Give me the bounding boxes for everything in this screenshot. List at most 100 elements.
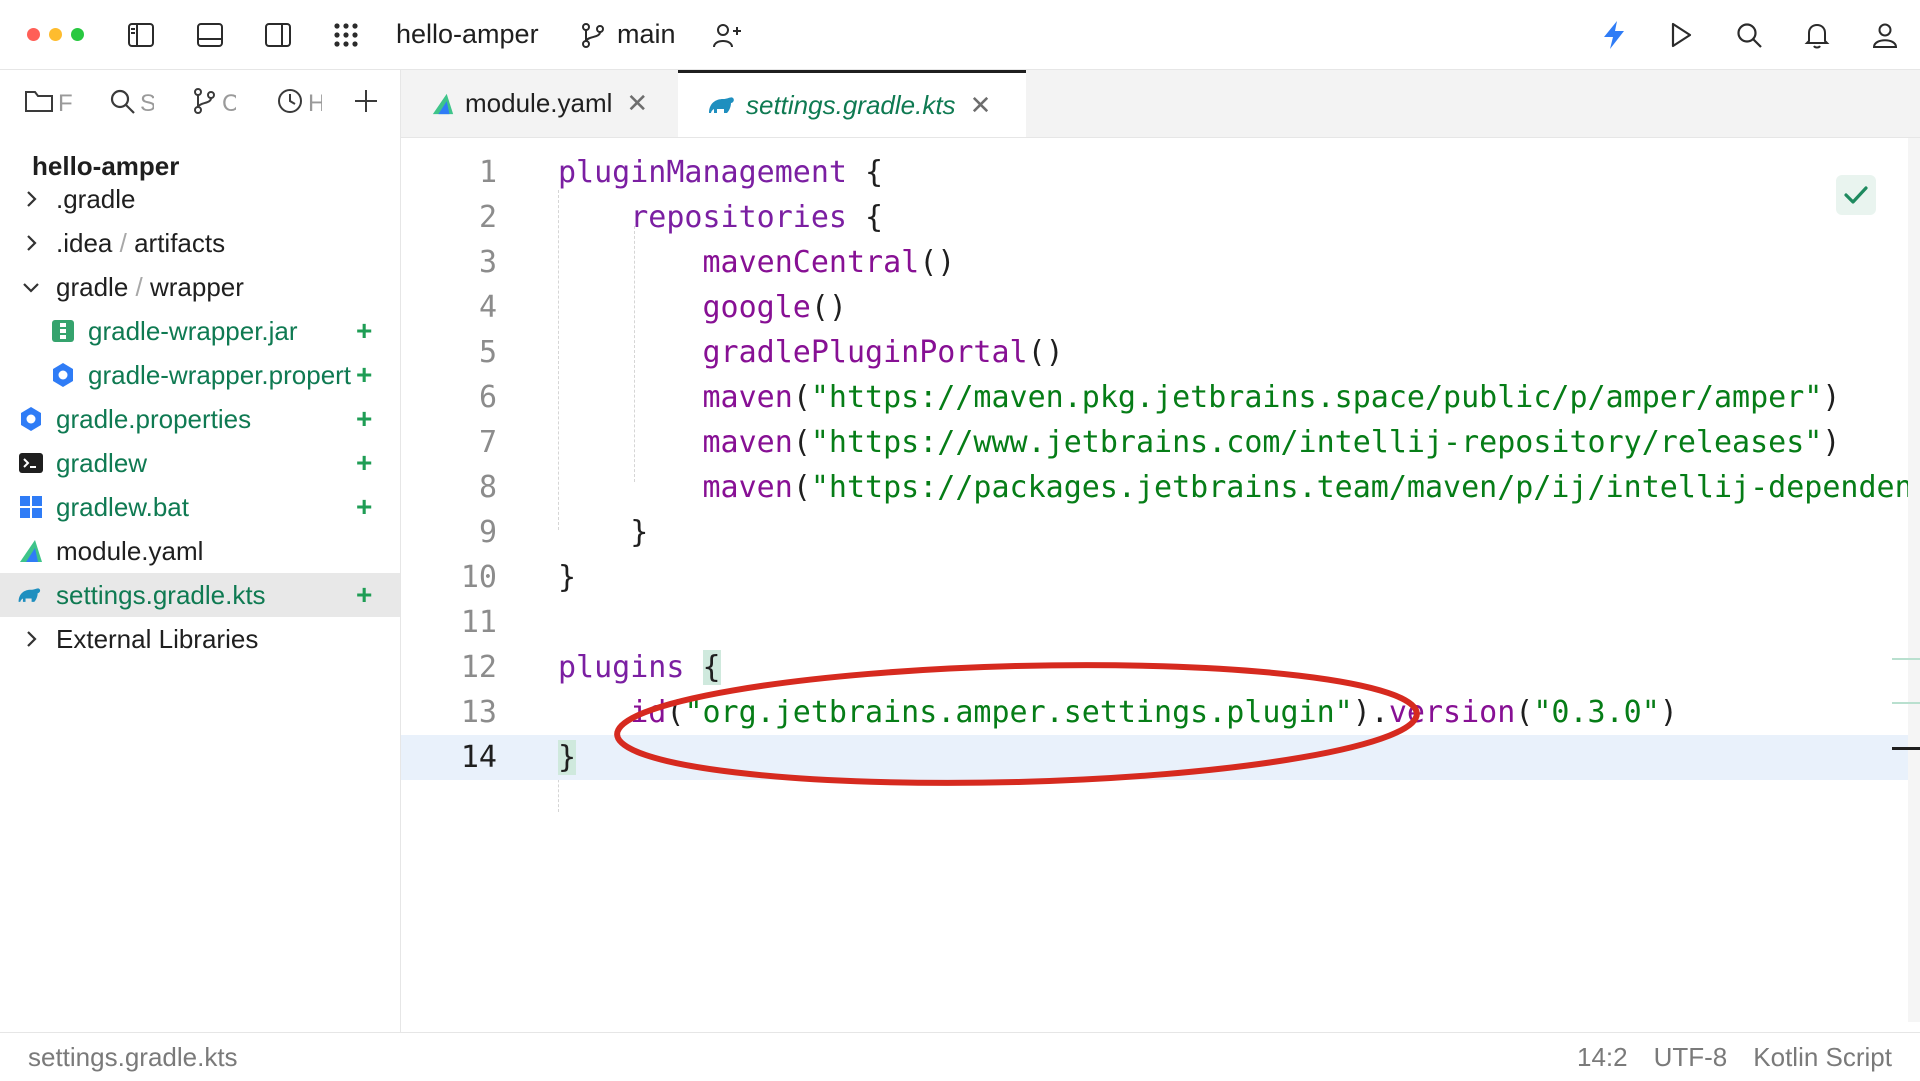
code-line[interactable]: 10} [401, 555, 1920, 600]
run-icon[interactable] [1662, 16, 1700, 54]
code-line[interactable]: 13 id("org.jetbrains.amper.settings.plug… [401, 690, 1920, 735]
code-line[interactable]: 7 maven("https://www.jetbrains.com/intel… [401, 420, 1920, 465]
amper-icon [431, 92, 455, 116]
left-panel-icon[interactable] [122, 16, 160, 54]
tool-tab-commit[interactable]: C [192, 84, 236, 124]
add-user-icon[interactable] [708, 16, 746, 54]
windows-file-icon [18, 494, 44, 520]
line-number: 2 [478, 200, 497, 235]
vcs-added-indicator: + [356, 447, 373, 478]
line-number: 13 [460, 695, 497, 730]
tool-tab-label: S [140, 90, 154, 117]
tree-item-gradlew[interactable]: gradlew + [0, 441, 400, 485]
tree-item-gradle-properties[interactable]: gradle.properties + [0, 397, 400, 441]
profile-icon[interactable] [1866, 16, 1904, 54]
tree-item-idea-artifacts[interactable]: .idea / artifacts [0, 221, 400, 265]
tree-item-module-yaml[interactable]: module.yaml [0, 529, 400, 573]
bottom-panel-icon[interactable] [191, 16, 229, 54]
code-editor[interactable]: 1 pluginManagement {2 repositories {3 mav… [401, 138, 1920, 1032]
code-text: id("org.jetbrains.amper.settings.plugin"… [630, 695, 1678, 730]
tree-item-gradle-wrapper[interactable]: gradle / wrapper [0, 265, 400, 309]
gradle-elephant-icon [16, 582, 42, 608]
code-text: } [558, 515, 649, 550]
tree-item-gradle-dir[interactable]: .gradle [0, 177, 400, 221]
close-icon[interactable]: ✕ [970, 90, 992, 121]
chevron-down-icon[interactable] [20, 276, 42, 298]
caret-marker [1892, 747, 1920, 750]
chevron-right-icon[interactable] [20, 628, 42, 650]
tool-window-tabs: F S C H [0, 70, 401, 138]
tree-item-label: settings.gradle.kts [56, 579, 266, 610]
tree-item-label-part: .idea [56, 227, 113, 258]
search-icon [108, 87, 136, 122]
tree-item-label: .gradle [56, 183, 136, 214]
tool-tab-label: H [308, 90, 322, 117]
status-encoding[interactable]: UTF-8 [1654, 1042, 1728, 1073]
tree-item-external-libraries[interactable]: External Libraries [0, 617, 400, 661]
vcs-added-indicator: + [356, 359, 373, 390]
lightning-icon[interactable] [1595, 16, 1633, 54]
window-controls [27, 28, 84, 41]
tab-settings-gradle-kts[interactable]: settings.gradle.kts ✕ [678, 70, 1026, 137]
vcs-added-indicator: + [356, 315, 373, 346]
line-number: 14 [460, 740, 497, 775]
code-line[interactable]: 11 [401, 600, 1920, 645]
inspection-ok-icon[interactable] [1836, 175, 1876, 215]
tree-item-label-part: artifacts [134, 227, 226, 258]
line-number: 3 [478, 245, 497, 280]
code-line[interactable]: 3 mavenCentral() [401, 240, 1920, 285]
gradle-elephant-icon [706, 93, 736, 117]
minimize-window-button[interactable] [49, 28, 62, 41]
code-line[interactable]: 4 google() [401, 285, 1920, 330]
line-number: 10 [460, 560, 497, 595]
line-number: 5 [478, 335, 497, 370]
tree-item-label: External Libraries [56, 623, 259, 654]
properties-file-icon [50, 362, 76, 388]
status-file-path[interactable]: settings.gradle.kts [28, 1042, 238, 1073]
clock-icon [276, 87, 304, 122]
code-line[interactable]: 6 maven("https://maven.pkg.jetbrains.spa… [401, 375, 1920, 420]
code-line[interactable]: 8 maven("https://packages.jetbrains.team… [401, 465, 1920, 510]
tool-tab-add[interactable] [352, 84, 380, 124]
change-marker [1892, 702, 1920, 704]
editor-scrollbar[interactable] [1908, 138, 1920, 1022]
code-text: gradlePluginPortal() [702, 335, 1064, 370]
project-selector[interactable]: hello-amper [396, 18, 539, 50]
code-line[interactable]: 12 plugins { [401, 645, 1920, 690]
line-number: 7 [478, 425, 497, 460]
close-window-button[interactable] [27, 28, 40, 41]
code-line[interactable]: 5 gradlePluginPortal() [401, 330, 1920, 375]
tree-item-gradle-wrapper-properties[interactable]: gradle-wrapper.properties + [0, 353, 400, 397]
apps-grid-icon[interactable] [327, 16, 365, 54]
tree-item-gradle-wrapper-jar[interactable]: gradle-wrapper.jar + [0, 309, 400, 353]
branch-icon[interactable] [574, 16, 612, 54]
chevron-right-icon[interactable] [20, 232, 42, 254]
tree-item-label: gradle.properties [56, 403, 252, 434]
code-line[interactable]: 9 } [401, 510, 1920, 555]
tree-item-settings-gradle-kts[interactable]: settings.gradle.kts + [0, 573, 400, 617]
status-language[interactable]: Kotlin Script [1753, 1042, 1892, 1073]
editor-tabs: module.yaml ✕ settings.gradle.kts ✕ [401, 70, 1920, 138]
tab-module-yaml[interactable]: module.yaml ✕ [401, 70, 678, 137]
tool-tab-history[interactable]: H [276, 84, 322, 124]
tree-item-gradlew-bat[interactable]: gradlew.bat + [0, 485, 400, 529]
code-text: repositories { [630, 200, 884, 235]
search-icon[interactable] [1730, 16, 1768, 54]
tree-item-label-part: wrapper [149, 271, 244, 302]
path-separator: / [135, 271, 143, 302]
tree-item-label: gradle-wrapper.properties [88, 359, 352, 390]
branch-selector[interactable]: main [617, 18, 676, 50]
change-marker [1892, 658, 1920, 660]
status-caret-position[interactable]: 14:2 [1577, 1042, 1628, 1073]
zoom-window-button[interactable] [71, 28, 84, 41]
chevron-right-icon[interactable] [20, 188, 42, 210]
code-line[interactable]: 1 pluginManagement { [401, 150, 1920, 195]
tool-tab-search[interactable]: S [108, 84, 154, 124]
bell-icon[interactable] [1798, 16, 1836, 54]
code-line[interactable]: 2 repositories { [401, 195, 1920, 240]
close-icon[interactable]: ✕ [626, 88, 648, 119]
project-tree: hello-amper .gradle .idea / artifacts gr… [0, 137, 401, 1032]
right-panel-icon[interactable] [259, 16, 297, 54]
tool-tab-files[interactable]: F [24, 84, 72, 124]
code-line[interactable]: 14} [401, 735, 1920, 780]
